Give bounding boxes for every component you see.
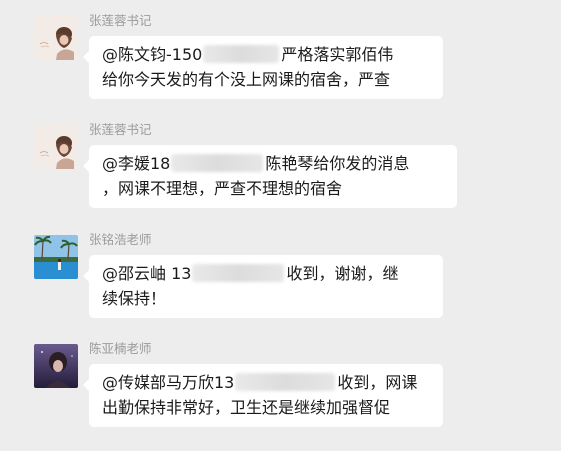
message-text: 收到，网课 — [337, 373, 418, 392]
sender-name: 陈亚楠老师 — [89, 341, 152, 356]
redacted-phone-number — [203, 45, 280, 63]
message-text: @陈文钧-150 — [102, 45, 203, 64]
message-text: ，网课不理想，严查不理想的宿舍 — [102, 179, 343, 198]
redacted-phone-number — [235, 373, 336, 391]
night-portrait-avatar-icon — [34, 344, 78, 388]
message-bubble[interactable]: @李媛18 陈艳琴给你发的消息 ，网课不理想，严查不理想的宿舍 — [83, 145, 457, 208]
woman-portrait-avatar-icon — [34, 125, 78, 169]
message-text: 严格落实郭佰伟 — [281, 45, 394, 64]
sender-avatar[interactable] — [34, 16, 78, 60]
woman-portrait-avatar-icon — [34, 16, 78, 60]
sender-avatar[interactable] — [34, 235, 78, 279]
message-text: @邵云岫 13 — [102, 264, 192, 283]
redacted-phone-number — [192, 264, 285, 282]
redacted-phone-number — [171, 154, 264, 172]
sender-avatar[interactable] — [34, 125, 78, 169]
message-bubble[interactable]: @邵云岫 13 收到，谢谢，继 续保持！ — [83, 255, 443, 318]
sender-avatar[interactable] — [34, 344, 78, 388]
message-bubble[interactable]: @陈文钧-150 严格落实郭佰伟 给你今天发的有个没上网课的宿舍，严查 — [83, 36, 443, 99]
message-text: 出勤保持非常好，卫生还是继续加强督促 — [102, 398, 391, 417]
sender-name: 张铭浩老师 — [89, 232, 152, 247]
message-text: 陈艳琴给你发的消息 — [265, 154, 410, 173]
sender-name: 张莲蓉书记 — [89, 13, 152, 28]
message-text: @李媛18 — [102, 154, 171, 173]
message-text: 续保持！ — [102, 289, 167, 308]
message-bubble[interactable]: @传媒部马万欣13 收到，网课 出勤保持非常好，卫生还是继续加强督促 — [83, 364, 443, 427]
message-text: 收到，谢谢，继 — [286, 264, 399, 283]
message-text: @传媒部马万欣13 — [102, 373, 235, 392]
message-text: 给你今天发的有个没上网课的宿舍，严查 — [102, 70, 391, 89]
sender-name: 张莲蓉书记 — [89, 122, 152, 137]
pool-palm-trees-avatar-icon — [34, 235, 78, 279]
